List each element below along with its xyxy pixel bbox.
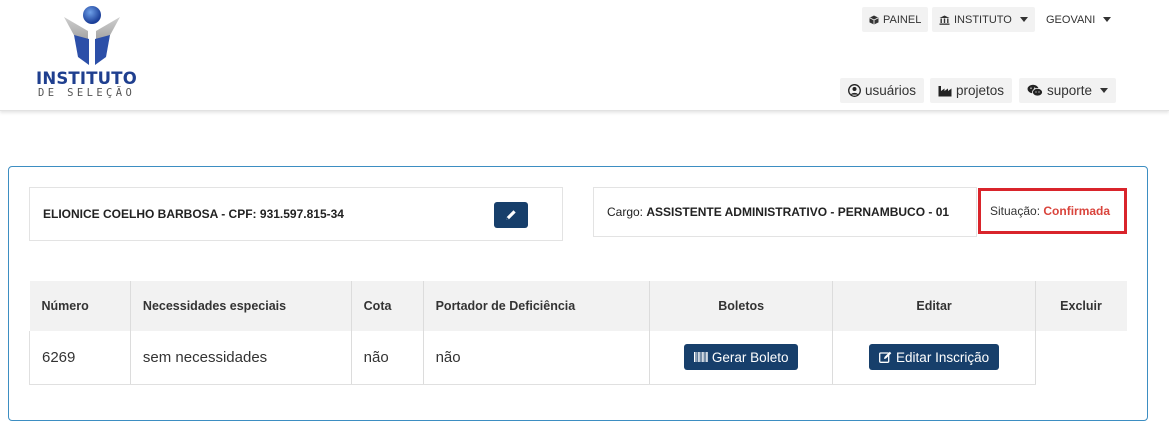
bank-icon [939, 15, 950, 25]
candidate-name-box: ELIONICE COELHO BARBOSA - CPF: 931.597.8… [29, 187, 482, 241]
cube-icon [869, 15, 879, 25]
candidate-name-cpf: ELIONICE COELHO BARBOSA - CPF: 931.597.8… [43, 207, 344, 221]
suporte-dropdown[interactable]: suporte [1019, 78, 1117, 103]
wechat-icon [1027, 84, 1043, 97]
cell-cota: não [351, 331, 424, 385]
inscriptions-table: Número Necessidades especiais Cota Porta… [29, 281, 1127, 385]
status-badge: Confirmada [1043, 204, 1111, 218]
header-excluir: Excluir [1035, 281, 1127, 331]
barcode-icon [693, 352, 708, 363]
chevron-down-icon [1100, 88, 1109, 93]
header-boletos: Boletos [649, 281, 834, 331]
suporte-label: suporte [1047, 83, 1093, 98]
chevron-down-icon [1103, 17, 1112, 22]
pencil-icon [506, 210, 516, 220]
brand-subtitle: DE SELEÇÃO [38, 87, 136, 99]
cargo-label: Cargo: [607, 205, 644, 219]
usuarios-label: usuários [865, 83, 917, 98]
edit-icon [879, 351, 892, 364]
header-necessidades: Necessidades especiais [130, 281, 352, 331]
header-deficiencia: Portador de Deficiência [423, 281, 651, 331]
header-cota: Cota [351, 281, 424, 331]
gerar-boleto-button[interactable]: Gerar Boleto [683, 344, 799, 371]
editar-inscricao-button[interactable]: Editar Inscrição [869, 344, 1000, 371]
brand-name: INSTITUTO [36, 69, 137, 88]
painel-button[interactable]: PAINEL [862, 7, 929, 32]
chevron-down-icon [1019, 17, 1028, 22]
logo-figure-icon [64, 6, 120, 65]
user-circle-icon [848, 84, 861, 97]
cell-boleto: Gerar Boleto [649, 331, 834, 385]
industry-icon [938, 85, 952, 97]
brand-logo[interactable]: INSTITUTO DE SELEÇÃO [36, 5, 152, 101]
painel-label: PAINEL [883, 13, 922, 26]
cell-excluir [1036, 331, 1127, 384]
situacao-highlight-box: Situação: Confirmada [978, 188, 1127, 234]
header-numero: Número [29, 281, 131, 331]
projetos-label: projetos [956, 83, 1005, 98]
user-name: GEOVANI [1046, 13, 1096, 26]
usuarios-button[interactable]: usuários [840, 78, 925, 103]
cell-numero: 6269 [29, 331, 131, 385]
cargo-box: Cargo: ASSISTENTE ADMINISTRATIVO - PERNA… [593, 187, 977, 237]
editar-inscricao-label: Editar Inscrição [896, 349, 990, 365]
top-header: INSTITUTO DE SELEÇÃO PAINEL INSTITUTO GE… [0, 0, 1169, 111]
instituto-dropdown[interactable]: INSTITUTO [932, 7, 1035, 32]
user-menu-dropdown[interactable]: GEOVANI [1039, 7, 1118, 32]
gerar-boleto-label: Gerar Boleto [711, 349, 789, 365]
cell-deficiencia: não [423, 331, 651, 385]
cell-necessidades: sem necessidades [130, 331, 352, 385]
table-header-row: Número Necessidades especiais Cota Porta… [29, 281, 1127, 331]
situacao-label: Situação: [990, 204, 1041, 218]
instituto-label: INSTITUTO [954, 13, 1012, 26]
edit-candidate-button[interactable] [494, 202, 528, 228]
projetos-button[interactable]: projetos [930, 78, 1013, 103]
header-editar: Editar [832, 281, 1037, 331]
table-row: 6269 sem necessidades não não Gerar Bole… [29, 331, 1127, 385]
cell-editar: Editar Inscrição [832, 331, 1037, 385]
cargo-value: ASSISTENTE ADMINISTRATIVO - PERNAMBUCO -… [646, 205, 950, 219]
